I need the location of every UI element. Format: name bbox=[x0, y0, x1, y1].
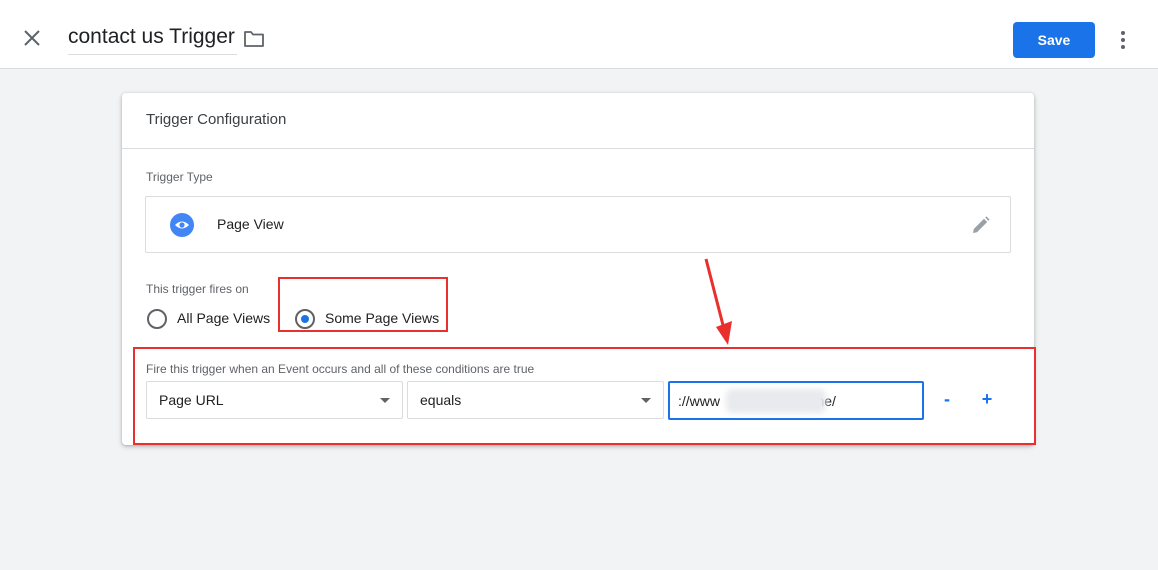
card-title: Trigger Configuration bbox=[146, 111, 287, 128]
fires-on-label: This trigger fires on bbox=[146, 282, 249, 296]
trigger-type-selector[interactable]: Page View bbox=[145, 196, 1011, 253]
eye-icon bbox=[170, 213, 194, 237]
folder-button[interactable] bbox=[243, 29, 265, 49]
close-icon bbox=[24, 30, 40, 46]
radio-label: All Page Views bbox=[177, 310, 271, 326]
trigger-type-name: Page View bbox=[217, 216, 284, 232]
radio-all-page-views[interactable]: All Page Views bbox=[147, 307, 277, 331]
annotation-arrow-icon bbox=[704, 258, 732, 345]
close-button[interactable] bbox=[20, 26, 44, 50]
more-vert-icon bbox=[1121, 31, 1125, 49]
folder-icon bbox=[244, 31, 264, 47]
highlight-box-radio bbox=[278, 277, 448, 332]
highlight-box-condition bbox=[133, 347, 1036, 445]
trigger-type-label: Trigger Type bbox=[146, 170, 213, 184]
save-button[interactable]: Save bbox=[1013, 22, 1095, 58]
more-options-button[interactable] bbox=[1112, 29, 1134, 51]
trigger-name-field[interactable]: contact us Trigger bbox=[68, 22, 237, 55]
pencil-icon[interactable] bbox=[970, 214, 992, 236]
radio-circle bbox=[147, 309, 167, 329]
top-bar: contact us Trigger Save bbox=[0, 4, 1158, 69]
card-header: Trigger Configuration bbox=[122, 93, 1034, 149]
